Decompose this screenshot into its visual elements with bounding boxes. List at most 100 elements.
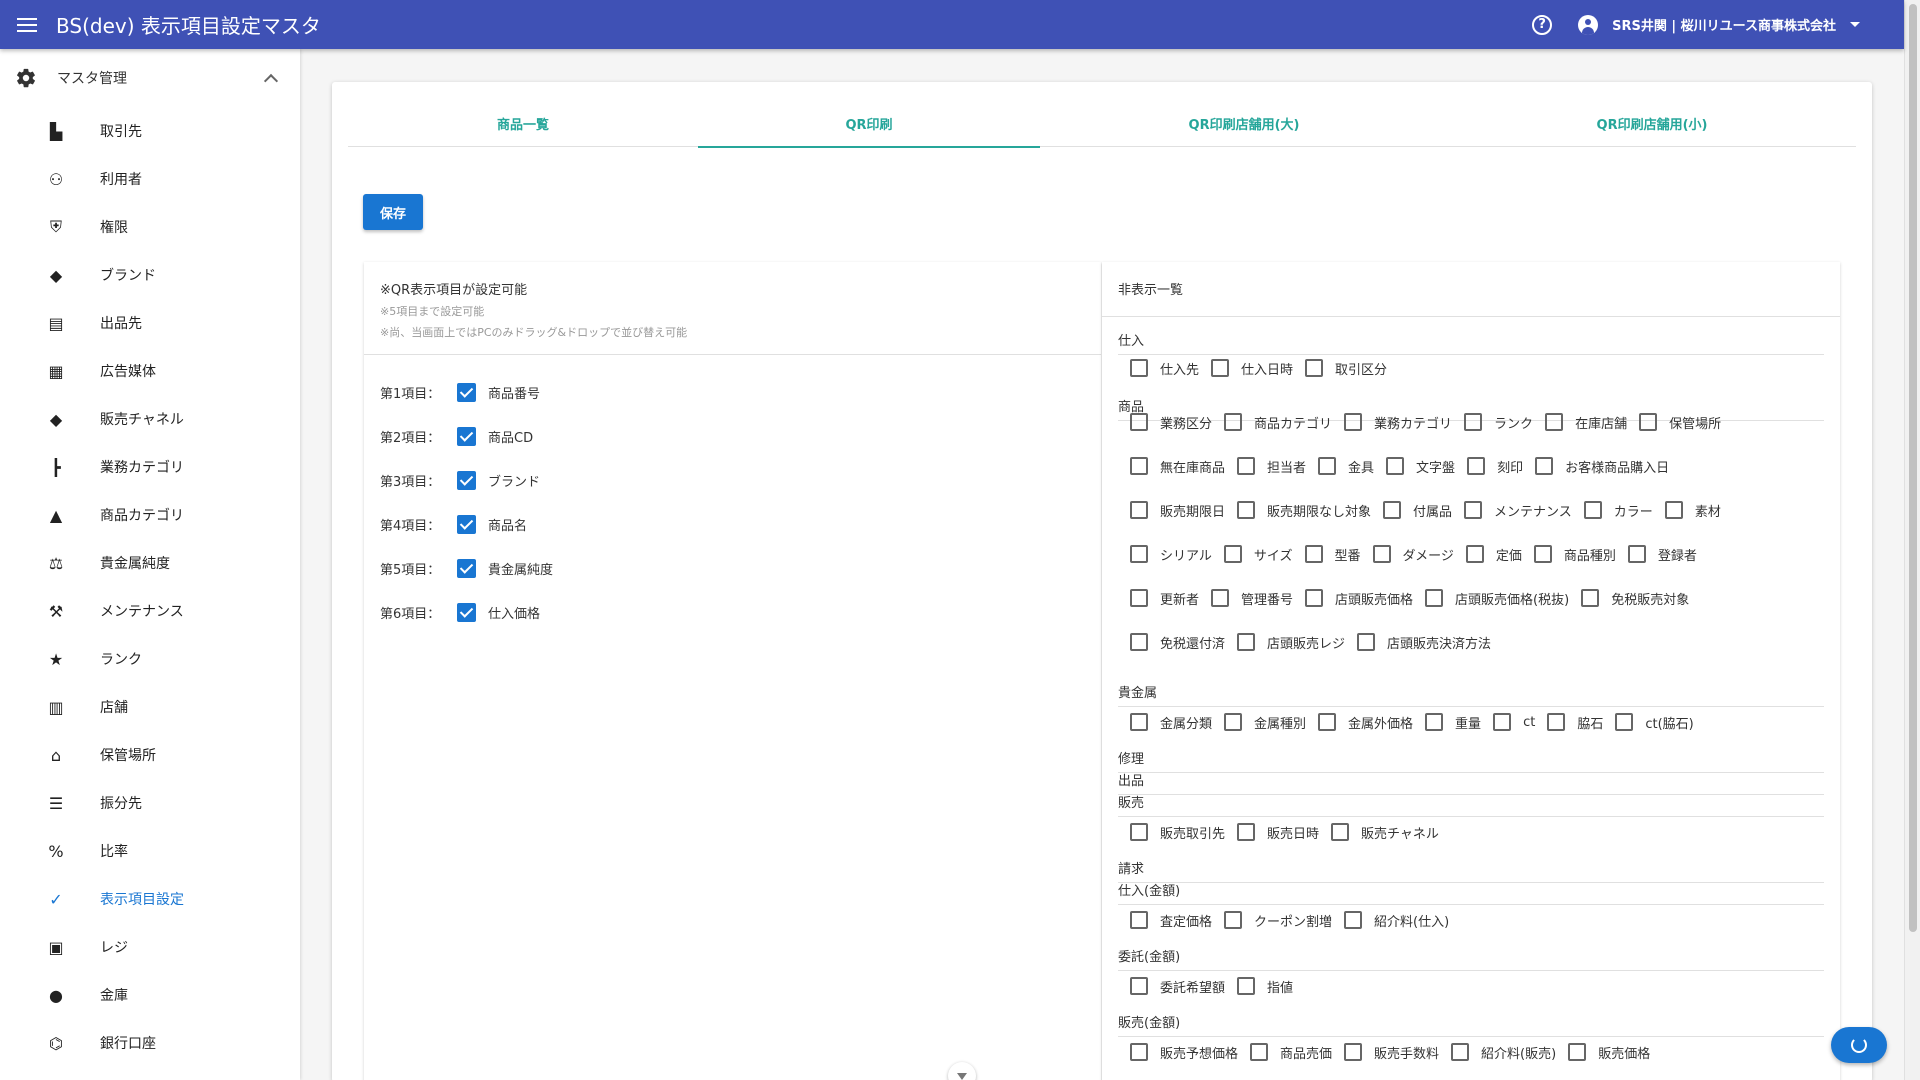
hidden-item-checkbox[interactable] [1211,589,1230,607]
page-scrollbar[interactable] [1904,0,1920,1080]
hidden-item-checkbox[interactable] [1318,713,1337,731]
chevron-up-icon[interactable] [263,73,279,89]
hidden-item-option[interactable]: 仕入日時 [1211,359,1293,378]
hidden-item-option[interactable]: 査定価格 [1130,911,1212,930]
hidden-item-checkbox[interactable] [1237,457,1256,475]
hidden-item-option[interactable]: ct(脇石) [1615,713,1694,732]
sidebar-item[interactable]: ✓ 表示項目設定 [0,875,300,923]
hidden-item-checkbox[interactable] [1237,823,1256,841]
hidden-item-option[interactable]: 刻印 [1467,457,1523,476]
hidden-item-option[interactable]: 金属分類 [1130,713,1212,732]
hidden-item-checkbox[interactable] [1425,589,1444,607]
hidden-item-option[interactable]: サイズ [1223,545,1293,564]
hidden-item-checkbox[interactable] [1545,413,1564,431]
hidden-item-checkbox[interactable] [1224,713,1243,731]
sidebar-group-master[interactable]: マスタ管理 [0,49,300,107]
sidebar-item[interactable]: % 比率 [0,827,300,875]
hidden-item-checkbox[interactable] [1344,1043,1363,1061]
hidden-item-checkbox[interactable] [1130,457,1148,475]
hidden-item-checkbox[interactable] [1344,911,1363,929]
hidden-item-checkbox[interactable] [1535,457,1554,475]
hidden-item-checkbox[interactable] [1237,501,1256,519]
hidden-item-option[interactable]: 販売取引先 [1130,823,1225,842]
tab-qr-print[interactable]: QR印刷 [698,99,1040,148]
hidden-item-option[interactable]: 文字盤 [1386,457,1455,476]
hidden-item-option[interactable]: 付属品 [1383,501,1452,520]
display-item-row[interactable]: 第2項目： 商品CD [380,424,533,448]
hidden-item-option[interactable]: 販売価格 [1568,1043,1650,1062]
item-checkbox[interactable] [457,514,476,534]
hidden-item-checkbox[interactable] [1464,501,1483,519]
hidden-item-checkbox[interactable] [1305,589,1324,607]
hidden-item-option[interactable]: 取引区分 [1305,359,1387,378]
hidden-item-option[interactable]: 更新者 [1130,589,1199,608]
hidden-item-checkbox[interactable] [1130,633,1148,651]
hidden-item-option[interactable]: 無在庫商品 [1130,457,1225,476]
hidden-item-option[interactable]: 免税還付済 [1130,633,1225,652]
sidebar-item[interactable]: ⌬ 銀行口座 [0,1019,300,1067]
hidden-item-option[interactable]: 金属種別 [1224,713,1306,732]
hidden-item-checkbox[interactable] [1130,1043,1148,1061]
hidden-item-option[interactable]: 店頭販売価格(税抜) [1425,589,1569,608]
sidebar-item[interactable]: ▙ 取引先 [0,107,300,155]
display-item-row[interactable]: 第5項目： 貴金属純度 [380,556,553,580]
hidden-item-option[interactable]: 商品売価 [1250,1043,1332,1062]
hidden-item-option[interactable]: お客様商品購入日 [1535,457,1669,476]
hidden-item-option[interactable]: 型番 [1304,545,1361,564]
hidden-item-option[interactable]: 定価 [1465,545,1522,564]
refresh-button[interactable] [1831,1027,1887,1063]
hidden-item-option[interactable]: 業務カテゴリ [1344,413,1452,432]
hidden-item-option[interactable]: 脇石 [1547,713,1603,732]
hidden-item-option[interactable]: 金属外価格 [1318,713,1413,732]
item-checkbox[interactable] [457,470,476,490]
item-checkbox[interactable] [457,558,476,578]
display-item-row[interactable]: 第1項目： 商品番号 [380,380,540,404]
hidden-item-checkbox[interactable] [1130,589,1148,607]
sidebar-item[interactable]: ⚖ 貴金属純度 [0,539,300,587]
hidden-item-option[interactable]: 販売予想価格 [1130,1043,1238,1062]
sidebar-item[interactable]: ▥ 店舗 [0,683,300,731]
user-name[interactable]: SRS井関 | 桜川リユース商事株式会社 [1612,15,1836,34]
hidden-item-checkbox[interactable] [1344,413,1363,431]
hidden-item-option[interactable]: ct [1493,713,1535,731]
hidden-item-checkbox[interactable] [1130,545,1148,563]
tab-qr-store-large[interactable]: QR印刷店舗用(大) [1040,99,1448,147]
sidebar-item[interactable]: ⚒ メンテナンス [0,587,300,635]
tab-product-list[interactable]: 商品一覧 [348,99,698,147]
hidden-item-option[interactable]: カラー [1583,501,1653,520]
hidden-item-checkbox[interactable] [1223,545,1242,563]
hidden-item-checkbox[interactable] [1533,545,1552,563]
sidebar-item[interactable]: ▦ 広告媒体 [0,347,300,395]
hidden-item-option[interactable]: 委託希望額 [1130,977,1225,996]
hidden-item-option[interactable]: 販売手数料 [1344,1043,1439,1062]
sidebar-item[interactable]: ☰ 振分先 [0,779,300,827]
hidden-item-option[interactable]: 担当者 [1237,457,1306,476]
hidden-item-option[interactable]: 免税販売対象 [1581,589,1689,608]
item-checkbox[interactable] [457,602,476,622]
display-item-row[interactable]: 第3項目： ブランド [380,468,540,492]
hidden-item-checkbox[interactable] [1224,911,1243,929]
sidebar-item[interactable]: ▤ 出品先 [0,299,300,347]
hidden-item-option[interactable]: 販売チャネル [1331,823,1439,842]
hidden-item-checkbox[interactable] [1465,545,1484,563]
hidden-item-checkbox[interactable] [1357,633,1376,651]
chevron-down-icon[interactable] [1850,22,1860,27]
hidden-item-checkbox[interactable] [1547,713,1566,731]
hidden-item-option[interactable]: 店頭販売決済方法 [1357,633,1491,652]
hidden-item-checkbox[interactable] [1331,823,1350,841]
hidden-item-checkbox[interactable] [1130,413,1148,431]
hidden-item-option[interactable]: 販売期限日 [1130,501,1225,520]
hidden-item-checkbox[interactable] [1130,823,1148,841]
menu-icon[interactable] [17,13,41,37]
sidebar-item[interactable]: ⛨ 権限 [0,203,300,251]
hidden-item-checkbox[interactable] [1664,501,1683,519]
hidden-item-checkbox[interactable] [1425,713,1444,731]
display-item-row[interactable]: 第6項目： 仕入価格 [380,600,540,624]
hidden-item-option[interactable]: メンテナンス [1464,501,1572,520]
sidebar-item[interactable]: ● 金庫 [0,971,300,1019]
hidden-item-option[interactable]: 販売日時 [1237,823,1319,842]
hidden-item-checkbox[interactable] [1583,501,1602,519]
hidden-item-option[interactable]: 業務区分 [1130,413,1212,432]
sidebar-item[interactable]: ⌂ 保管場所 [0,731,300,779]
sidebar-item[interactable]: ★ ランク [0,635,300,683]
